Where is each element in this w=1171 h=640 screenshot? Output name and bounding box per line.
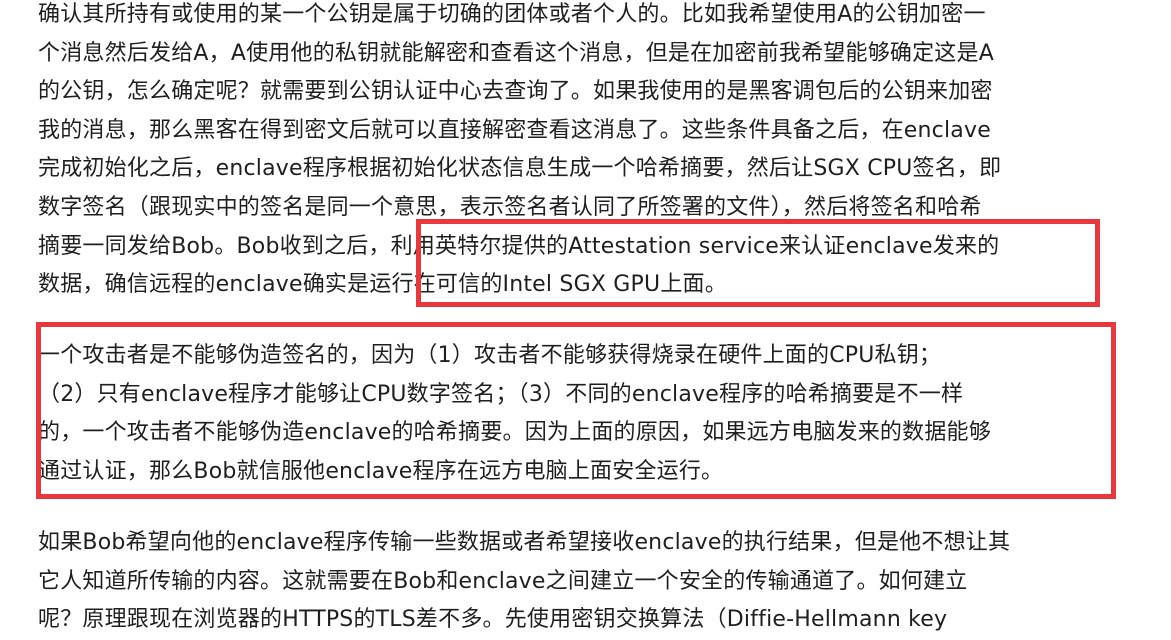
text-line: 一个攻击者是不能够伪造签名的，因为（1）攻击者不能够获得烧录在硬件上面的CPU私…: [38, 343, 942, 368]
paragraph-attestation: 确认其所持有或使用的某一个公钥是属于切确的团体或者个人的。比如我希望使用A的公钥…: [38, 0, 1098, 305]
text-line: 的，一个攻击者不能够伪造enclave的哈希摘要。因为上面的原因，如果远方电脑发…: [38, 420, 991, 446]
text-line: 确认其所持有或使用的某一个公钥是属于切确的团体或者个人的。比如我希望使用A的公钥…: [38, 2, 986, 27]
text-line: 个消息然后发给A，A使用他的私钥就能解密和查看这个消息，但是在加密前我希望能够确…: [38, 40, 994, 66]
text-line: 如果Bob希望向他的enclave程序传输一些数据或者希望接收enclave的执…: [38, 530, 1011, 555]
text-line: 摘要一同发给Bob。Bob收到之后，利用英特尔提供的Attestation se…: [38, 233, 1000, 259]
text-line: 通过认证，那么Bob就信服他enclave程序在远方电脑上面安全运行。: [38, 458, 724, 484]
text-line: 数据，确信远程的enclave确实是运行在可信的Intel SGX GPU上面。: [38, 272, 727, 298]
text-line: 它人知道所传输的内容。这就需要在Bob和enclave之间建立一个安全的传输通道…: [38, 568, 968, 594]
text-line: 呢？原理跟现在浏览器的HTTPS的TLS差不多。先使用密钥交换算法（Diffie…: [38, 607, 948, 633]
paragraph-attacker: 一个攻击者是不能够伪造签名的，因为（1）攻击者不能够获得烧录在硬件上面的CPU私…: [38, 337, 1098, 491]
paragraph-secure-channel: 如果Bob希望向他的enclave程序传输一些数据或者希望接收enclave的执…: [38, 524, 1098, 640]
document-page: 确认其所持有或使用的某一个公钥是属于切确的团体或者个人的。比如我希望使用A的公钥…: [0, 0, 1171, 632]
text-line: （2）只有enclave程序才能够让CPU数字签名；（3）不同的enclave程…: [38, 381, 964, 407]
text-line: 我的消息，那么黑客在得到密文后就可以直接解密查看这消息了。这些条件具备之后，在e…: [38, 117, 991, 143]
text-line: 的公钥，怎么确定呢？就需要到公钥认证中心去查询了。如果我使用的是黑客调包后的公钥…: [38, 79, 993, 105]
text-line: 数字签名（跟现实中的签名是同一个意思，表示签名者认同了所签署的文件），然后将签名…: [38, 194, 982, 220]
text-line: 完成初始化之后，enclave程序根据初始化状态信息生成一个哈希摘要，然后让SG…: [38, 156, 1002, 182]
